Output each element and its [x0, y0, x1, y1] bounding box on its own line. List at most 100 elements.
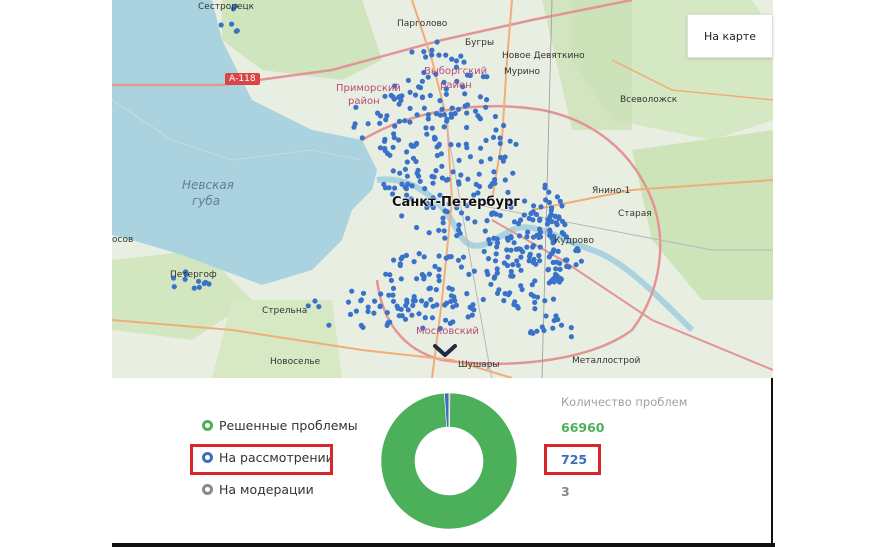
map-marker[interactable]	[404, 173, 410, 179]
map-marker[interactable]	[550, 325, 556, 331]
map-marker[interactable]	[442, 235, 448, 241]
map-marker[interactable]	[421, 105, 427, 111]
map-marker[interactable]	[462, 91, 468, 97]
map-marker[interactable]	[550, 259, 556, 265]
map-marker[interactable]	[423, 302, 429, 308]
map-marker[interactable]	[442, 302, 448, 308]
map-marker[interactable]	[429, 315, 436, 321]
map-marker[interactable]	[573, 262, 579, 268]
chevron-down-icon[interactable]	[432, 342, 458, 360]
map-marker[interactable]	[515, 221, 522, 227]
map-marker[interactable]	[492, 258, 499, 264]
map-marker[interactable]	[381, 181, 387, 187]
map-marker[interactable]	[449, 105, 455, 111]
map-marker[interactable]	[347, 311, 354, 317]
map-marker[interactable]	[316, 304, 322, 310]
map-marker[interactable]	[398, 256, 404, 262]
map-marker[interactable]	[390, 168, 396, 174]
map-marker[interactable]	[494, 240, 501, 246]
map-marker[interactable]	[360, 290, 367, 296]
map-marker[interactable]	[528, 210, 534, 216]
map-marker[interactable]	[409, 183, 415, 189]
map-marker[interactable]	[365, 308, 371, 315]
map-marker[interactable]	[396, 118, 403, 124]
map-marker[interactable]	[566, 264, 572, 270]
map-marker[interactable]	[508, 234, 514, 240]
map-marker[interactable]	[531, 256, 537, 262]
map-marker[interactable]	[326, 322, 332, 328]
map-marker[interactable]	[493, 127, 499, 133]
map-marker[interactable]	[421, 254, 427, 260]
map-marker[interactable]	[390, 144, 396, 150]
map-marker[interactable]	[449, 56, 455, 62]
map-marker[interactable]	[546, 254, 552, 260]
map-marker[interactable]	[436, 52, 442, 58]
map-marker[interactable]	[450, 304, 456, 310]
map-marker[interactable]	[455, 227, 462, 233]
map-marker[interactable]	[480, 296, 486, 303]
map-marker[interactable]	[419, 78, 425, 84]
map-marker[interactable]	[491, 275, 497, 281]
map-marker[interactable]	[497, 140, 503, 147]
map-marker[interactable]	[402, 118, 408, 124]
map-marker[interactable]	[359, 135, 365, 141]
map-marker[interactable]	[384, 113, 390, 119]
map-marker[interactable]	[436, 273, 442, 279]
map-marker[interactable]	[462, 103, 468, 109]
map-marker[interactable]	[431, 174, 437, 180]
map-marker[interactable]	[439, 106, 445, 112]
map-marker[interactable]	[488, 281, 494, 287]
map-marker[interactable]	[434, 152, 440, 159]
map-marker[interactable]	[385, 320, 391, 326]
map-marker[interactable]	[532, 306, 538, 312]
map-marker[interactable]	[398, 306, 404, 312]
map-marker[interactable]	[427, 92, 433, 99]
map-marker[interactable]	[453, 58, 460, 64]
map-marker[interactable]	[531, 203, 537, 209]
map-marker[interactable]	[497, 135, 503, 141]
map-marker[interactable]	[191, 285, 197, 291]
map-marker[interactable]	[448, 293, 454, 299]
map-marker[interactable]	[477, 94, 483, 100]
map-marker[interactable]	[522, 198, 528, 204]
map-marker[interactable]	[483, 137, 489, 143]
map-marker[interactable]	[464, 291, 470, 297]
map-marker[interactable]	[410, 297, 416, 304]
map-marker[interactable]	[433, 168, 439, 174]
map-marker[interactable]	[436, 227, 442, 233]
legend-item-moderation[interactable]: На модерации	[202, 482, 314, 497]
map-view-toggle-button[interactable]: На карте	[687, 14, 773, 58]
map-marker[interactable]	[349, 288, 355, 294]
map-marker[interactable]	[465, 314, 471, 320]
map-marker[interactable]	[392, 123, 398, 129]
map-marker[interactable]	[437, 98, 443, 104]
map-marker[interactable]	[397, 261, 403, 267]
map-marker[interactable]	[441, 124, 447, 130]
map-marker[interactable]	[496, 287, 502, 293]
map-marker[interactable]	[493, 251, 499, 257]
map-marker[interactable]	[421, 273, 427, 279]
map-marker[interactable]	[426, 271, 432, 277]
map-marker[interactable]	[426, 230, 432, 236]
map-marker[interactable]	[541, 327, 547, 334]
map-marker[interactable]	[417, 85, 424, 91]
map-marker[interactable]	[550, 296, 557, 302]
map-marker[interactable]	[358, 298, 364, 304]
map-marker[interactable]	[538, 204, 544, 210]
map-marker[interactable]	[436, 141, 442, 147]
map-marker[interactable]	[568, 334, 574, 340]
map-marker[interactable]	[399, 213, 405, 219]
map-marker[interactable]	[414, 224, 420, 231]
map-marker[interactable]	[455, 106, 462, 112]
map-marker[interactable]	[203, 279, 209, 285]
map-marker[interactable]	[524, 244, 530, 250]
map-marker[interactable]	[377, 120, 383, 126]
map-marker[interactable]	[502, 154, 508, 160]
map-marker[interactable]	[390, 285, 397, 291]
map-marker[interactable]	[448, 298, 454, 304]
map-marker[interactable]	[416, 311, 422, 317]
map-marker[interactable]	[513, 141, 519, 147]
map-marker[interactable]	[510, 262, 516, 268]
map-marker[interactable]	[396, 101, 402, 107]
map-marker[interactable]	[467, 154, 473, 160]
